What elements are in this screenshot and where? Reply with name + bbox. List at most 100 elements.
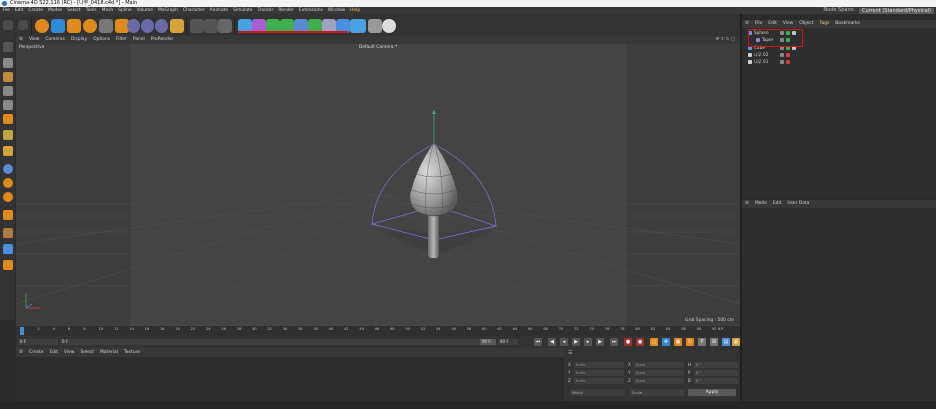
- menu-tracker[interactable]: Tracker: [255, 7, 276, 14]
- prev-key-icon[interactable]: ◀: [548, 338, 556, 346]
- coordinates-menu-icon[interactable]: ☰: [568, 350, 572, 356]
- model-mode-icon[interactable]: [3, 58, 13, 68]
- recent-tool-icon[interactable]: [99, 19, 113, 33]
- menu-animate[interactable]: Animate: [207, 7, 230, 14]
- viewport-menu-display[interactable]: Display: [68, 36, 90, 44]
- fcurve-icon[interactable]: ▦: [732, 338, 740, 346]
- object-menu-edit[interactable]: Edit: [765, 20, 780, 28]
- attribute-menu-edit[interactable]: Edit: [770, 200, 785, 208]
- coord-size-x-field[interactable]: 0 cm: [634, 362, 684, 368]
- preview-range-start[interactable]: 0 F: [60, 339, 480, 345]
- make-editable-icon[interactable]: [3, 42, 13, 52]
- viewport-menu-prorender[interactable]: ProRender: [148, 36, 177, 44]
- light-icon[interactable]: [382, 19, 396, 33]
- current-frame-field[interactable]: 0 F: [18, 339, 58, 345]
- menu-create[interactable]: Create: [26, 7, 46, 14]
- viewport-menu-cameras[interactable]: Cameras: [42, 36, 68, 44]
- prev-frame-icon[interactable]: ◂: [560, 338, 568, 346]
- menu-help[interactable]: Help: [348, 7, 363, 14]
- material-manager-area[interactable]: [16, 357, 564, 401]
- paint-icon[interactable]: [3, 228, 13, 238]
- menu-mograph[interactable]: MoGraph: [156, 7, 181, 14]
- floor-icon[interactable]: [350, 19, 366, 33]
- goto-end-icon[interactable]: ⏭: [610, 338, 618, 346]
- key-rotation-icon[interactable]: ↻: [686, 338, 694, 346]
- menu-volume[interactable]: Volume: [134, 7, 155, 14]
- menu-window[interactable]: Window: [325, 7, 347, 14]
- visibility-dots-icon[interactable]: [780, 60, 784, 64]
- viewport-menu-icon[interactable]: ☰: [16, 36, 26, 44]
- material-menu-edit[interactable]: Edit: [47, 348, 62, 357]
- timeline-window-icon[interactable]: ▤: [722, 338, 730, 346]
- coord-pos-x-field[interactable]: 0 cm: [574, 362, 624, 368]
- material-menu-icon[interactable]: ☰: [16, 348, 26, 357]
- menu-extensions[interactable]: Extensions: [296, 7, 325, 14]
- object-menu-tags[interactable]: Tags: [817, 20, 833, 28]
- coord-size-z-field[interactable]: 0 cm: [634, 378, 684, 384]
- menu-file[interactable]: File: [0, 7, 12, 14]
- object-row-tree-02[interactable]: 나무 02: [744, 52, 934, 58]
- coord-rot-h-field[interactable]: 0 °: [694, 362, 738, 368]
- object-menu-icon[interactable]: ☰: [742, 20, 752, 28]
- world-coordinate-icon[interactable]: [170, 19, 184, 33]
- keyframe-selection-icon[interactable]: ○: [650, 338, 658, 346]
- render-picture-viewer-icon[interactable]: [204, 19, 218, 33]
- timeline-ruler[interactable]: 0246810121416182022242628303234363840424…: [16, 326, 740, 336]
- snap-icon[interactable]: [3, 164, 13, 174]
- end-frame-field[interactable]: 90 F: [498, 339, 518, 345]
- coord-size-mode-dropdown[interactable]: Scale: [630, 389, 684, 396]
- autokey-icon[interactable]: ●: [636, 338, 644, 346]
- menu-spline[interactable]: Spline: [116, 7, 135, 14]
- viewport-menu-filter[interactable]: Filter: [113, 36, 130, 44]
- solo-icon[interactable]: [3, 260, 13, 270]
- menu-select[interactable]: Select: [65, 7, 84, 14]
- attribute-menu-icon[interactable]: ☰: [742, 200, 752, 208]
- goto-start-icon[interactable]: ⏮: [534, 338, 542, 346]
- disabled-x-icon[interactable]: [786, 60, 790, 64]
- coord-rot-p-field[interactable]: 0 °: [694, 370, 738, 376]
- key-parameter-icon[interactable]: P: [698, 338, 706, 346]
- lock-workplane-icon[interactable]: [3, 244, 13, 254]
- edges-mode-icon[interactable]: [3, 100, 13, 110]
- coord-rot-b-field[interactable]: 0 °: [694, 378, 738, 384]
- key-pla-icon[interactable]: ⊞: [710, 338, 718, 346]
- render-settings-icon[interactable]: [218, 19, 232, 33]
- object-row-tree-01[interactable]: 나무 01: [744, 59, 934, 65]
- material-menu-view[interactable]: View: [61, 348, 77, 357]
- polygons-mode-icon[interactable]: [3, 114, 13, 124]
- menu-mesh[interactable]: Mesh: [99, 7, 116, 14]
- rotate-tool-icon[interactable]: [83, 19, 97, 33]
- coord-pos-z-field[interactable]: 0 cm: [574, 378, 624, 384]
- key-scale-icon[interactable]: ▣: [674, 338, 682, 346]
- menu-edit[interactable]: Edit: [12, 7, 26, 14]
- uv-mode-icon[interactable]: [3, 130, 13, 140]
- play-icon[interactable]: ▶: [572, 338, 580, 346]
- key-position-icon[interactable]: ✥: [662, 338, 670, 346]
- coord-size-y-field[interactable]: 0 cm: [634, 370, 684, 376]
- record-icon[interactable]: ●: [624, 338, 632, 346]
- attribute-menu-mode[interactable]: Mode: [752, 200, 770, 208]
- viewport-perspective[interactable]: Perspective Default Camera:* Grid Spacin…: [16, 44, 740, 326]
- next-key-icon[interactable]: ▶: [596, 338, 604, 346]
- material-menu-material[interactable]: Material: [97, 348, 121, 357]
- texture-mode-icon[interactable]: [3, 72, 13, 82]
- timeline-playhead[interactable]: [20, 327, 24, 335]
- menu-tools[interactable]: Tools: [83, 7, 99, 14]
- object-menu-view[interactable]: View: [780, 20, 796, 28]
- undo-icon[interactable]: [3, 20, 13, 30]
- viewport-menu-options[interactable]: Options: [90, 36, 113, 44]
- menu-character[interactable]: Character: [180, 7, 207, 14]
- cube-trunk[interactable]: [428, 212, 439, 258]
- viewport-menu-panel[interactable]: Panel: [130, 36, 148, 44]
- menu-simulate[interactable]: Simulate: [231, 7, 255, 14]
- menu-modes[interactable]: Modes: [45, 7, 64, 14]
- object-menu-object[interactable]: Object: [796, 20, 816, 28]
- viewport-menu-view[interactable]: View: [26, 36, 42, 44]
- apply-button[interactable]: Apply: [688, 389, 736, 396]
- move-tool-icon[interactable]: [51, 19, 65, 33]
- disabled-x-icon[interactable]: [786, 53, 790, 57]
- material-menu-create[interactable]: Create: [26, 348, 47, 357]
- object-menu-bookmarks[interactable]: Bookmarks: [832, 20, 863, 28]
- redo-icon[interactable]: [18, 20, 28, 30]
- next-frame-icon[interactable]: ▸: [584, 338, 592, 346]
